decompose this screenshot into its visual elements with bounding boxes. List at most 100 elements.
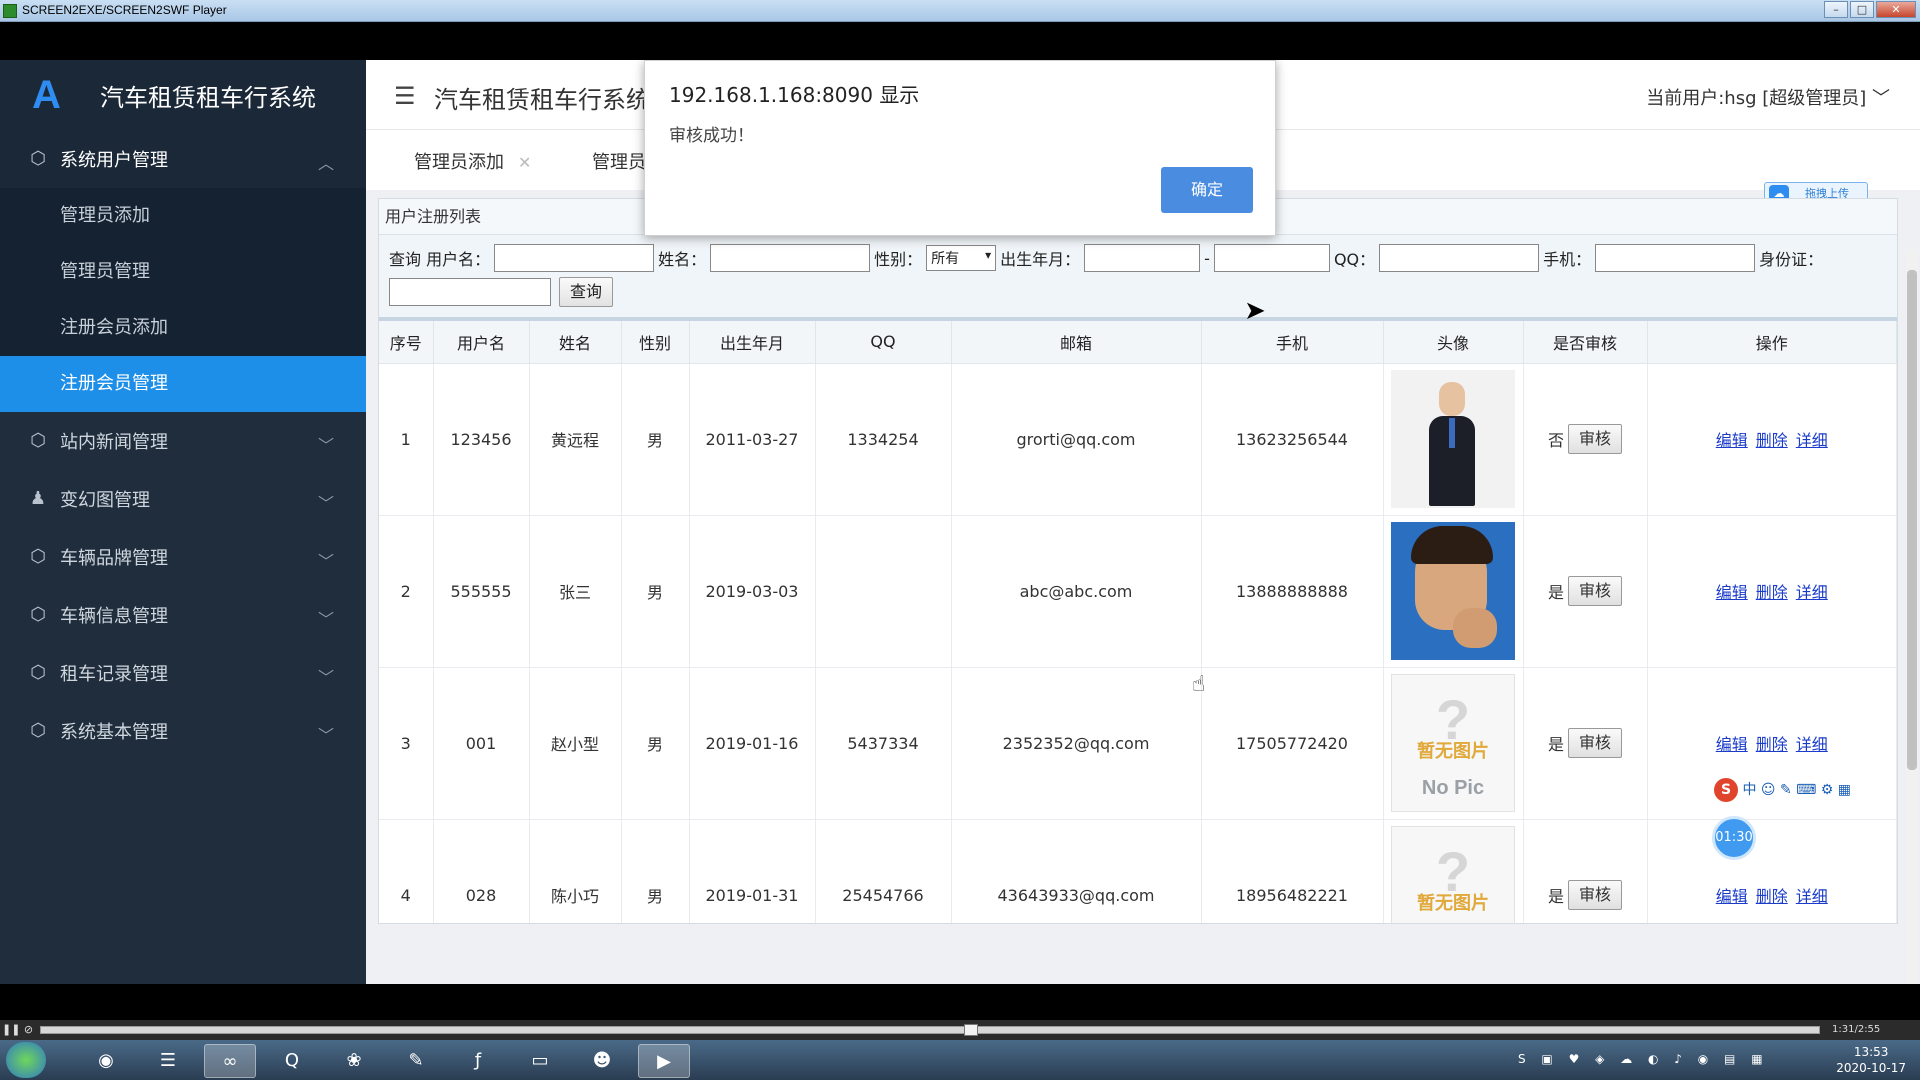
name-label: 姓名： bbox=[658, 250, 707, 269]
menu-group-news[interactable]: ⬡ 站内新闻管理 ﹀ bbox=[0, 412, 366, 470]
phone-input[interactable] bbox=[1595, 244, 1756, 272]
edit-link[interactable]: 编辑 bbox=[1716, 583, 1748, 602]
current-user-label: 当前用户:hsg [超级管理员] bbox=[1646, 88, 1867, 109]
sogou-ime-icon[interactable]: S bbox=[1714, 778, 1738, 802]
scrollbar-thumb[interactable] bbox=[1907, 270, 1917, 770]
start-button-icon[interactable] bbox=[6, 1042, 46, 1078]
audit-cell: 是 审核 bbox=[1524, 576, 1647, 606]
pause-icon[interactable]: ❚❚ ⊘ bbox=[2, 1023, 33, 1036]
detail-link[interactable]: 详细 bbox=[1796, 431, 1828, 450]
edit-link[interactable]: 编辑 bbox=[1716, 887, 1748, 906]
chrome-icon[interactable]: ◉ bbox=[80, 1044, 132, 1078]
tab-admin[interactable]: 管理员 bbox=[592, 148, 646, 174]
menu-group-label: 租车记录管理 bbox=[60, 664, 168, 685]
sidebar-item-admin-add[interactable]: 管理员添加 bbox=[0, 188, 366, 244]
menu-group-label: 变幻图管理 bbox=[60, 490, 150, 511]
menu-group-rental-records[interactable]: ⬡ 租车记录管理 ﹀ bbox=[0, 644, 366, 702]
name-input[interactable] bbox=[710, 244, 871, 272]
tab-admin-add[interactable]: 管理员添加 ✕ bbox=[414, 148, 531, 174]
alert-ok-button[interactable]: 确定 bbox=[1161, 167, 1253, 213]
player-title: SCREEN2EXE/SCREEN2SWF Player bbox=[22, 3, 227, 17]
current-user-menu[interactable]: 当前用户:hsg [超级管理员] ﹀ bbox=[1646, 84, 1890, 110]
folder-icon[interactable]: ▭ bbox=[514, 1044, 566, 1078]
col-qq: QQ bbox=[815, 321, 952, 364]
col-avatar: 头像 bbox=[1383, 321, 1524, 364]
close-icon[interactable]: ✕ bbox=[518, 153, 531, 172]
audit-button[interactable]: 审核 bbox=[1568, 424, 1623, 454]
edit-link[interactable]: 编辑 bbox=[1716, 735, 1748, 754]
cube-icon: ⬡ bbox=[30, 148, 46, 169]
birth-label: 出生年月： bbox=[1000, 250, 1081, 269]
cell-gender: 男 bbox=[621, 515, 690, 668]
birth-to-input[interactable] bbox=[1213, 244, 1330, 272]
user-table: 序号 用户名 姓名 性别 出生年月 QQ 邮箱 手机 头像 是否审核 操作 1 … bbox=[379, 321, 1897, 923]
no-picture-label: 暂无图片 bbox=[1417, 893, 1489, 914]
browser-q-icon[interactable]: Q bbox=[266, 1044, 318, 1078]
alert-message: 审核成功！ bbox=[669, 126, 754, 146]
ime-mode-label[interactable]: 中 bbox=[1742, 782, 1756, 798]
col-name: 姓名 bbox=[529, 321, 622, 364]
cube-icon: ⬡ bbox=[30, 720, 46, 741]
audit-status: 是 bbox=[1547, 583, 1564, 602]
system-tray[interactable]: S ▣ ♥ ◈ ☁ ◐ ♪ ◉ ▤ ▦ bbox=[1518, 1052, 1769, 1066]
search-button[interactable]: 查询 bbox=[559, 277, 614, 307]
chevron-down-icon: ﹀ bbox=[317, 726, 334, 745]
menu-group-car-info[interactable]: ⬡ 车辆信息管理 ﹀ bbox=[0, 586, 366, 644]
qq-input[interactable] bbox=[1379, 244, 1540, 272]
idcard-input[interactable] bbox=[389, 278, 551, 306]
gender-select[interactable]: 所有 bbox=[926, 245, 997, 271]
cube-icon: ⬡ bbox=[30, 662, 46, 683]
delete-link[interactable]: 删除 bbox=[1756, 735, 1788, 754]
detail-link[interactable]: 详细 bbox=[1796, 583, 1828, 602]
ime-tools-icon[interactable]: ☺ ✎ ⌨ ⚙ ▦ bbox=[1761, 782, 1851, 798]
cube-icon: ⬡ bbox=[30, 604, 46, 625]
audit-status: 是 bbox=[1547, 735, 1564, 754]
audit-button[interactable]: 审核 bbox=[1568, 576, 1623, 606]
qq-icon[interactable]: ☻ bbox=[576, 1044, 628, 1078]
seek-track[interactable] bbox=[40, 1026, 1820, 1034]
minimize-button[interactable]: – bbox=[1824, 1, 1848, 18]
menu-group-car-brand[interactable]: ⬡ 车辆品牌管理 ﹀ bbox=[0, 528, 366, 586]
filter-row-2: 查询 bbox=[389, 275, 1887, 309]
taskbar-clock[interactable]: 13:53 2020-10-17 bbox=[1836, 1044, 1906, 1076]
taskbar: ◉ ☰ ∞ Q ❀ ✎ ƒ ▭ ☻ ▶ S ▣ ♥ ◈ ☁ ◐ ♪ ◉ ▤ ▦ … bbox=[0, 1040, 1920, 1080]
birth-from-input[interactable] bbox=[1084, 244, 1201, 272]
cell-ops: 编辑 删除 详细 bbox=[1647, 819, 1897, 923]
gender-label: 性别： bbox=[874, 250, 923, 269]
sidebar: A 汽车租赁租车行系统 ⬡ 系统用户管理 ︿ 管理员添加 管理员管理 注册会员添… bbox=[0, 60, 366, 984]
player-letterbox-top bbox=[0, 22, 1920, 60]
audit-button[interactable]: 审核 bbox=[1568, 728, 1623, 758]
sidebar-item-member-add[interactable]: 注册会员添加 bbox=[0, 300, 366, 356]
page-scrollbar[interactable] bbox=[1906, 250, 1918, 984]
menu-group-label: 系统基本管理 bbox=[60, 722, 168, 743]
maximize-button[interactable]: □ bbox=[1850, 1, 1874, 18]
green-app-icon[interactable]: ❀ bbox=[328, 1044, 380, 1078]
cell-phone: 13623256544 bbox=[1201, 363, 1384, 516]
flash-icon[interactable]: ƒ bbox=[452, 1044, 504, 1078]
menu-group-system-basic[interactable]: ⬡ 系统基本管理 ﹀ bbox=[0, 702, 366, 760]
ime-toolbar[interactable]: S 中 ☺ ✎ ⌨ ⚙ ▦ bbox=[1714, 778, 1920, 806]
delete-link[interactable]: 删除 bbox=[1756, 583, 1788, 602]
alert-title: 192.168.1.168:8090 显示 bbox=[669, 83, 920, 107]
screen-recorder-icon[interactable]: ▶ bbox=[638, 1044, 690, 1078]
notepad-icon[interactable]: ✎ bbox=[390, 1044, 442, 1078]
menu-group-slideshow[interactable]: ♟ 变幻图管理 ﹀ bbox=[0, 470, 366, 528]
audit-button[interactable]: 审核 bbox=[1568, 880, 1623, 910]
edit-link[interactable]: 编辑 bbox=[1716, 431, 1748, 450]
sidebar-item-admin-manage[interactable]: 管理员管理 bbox=[0, 244, 366, 300]
username-input[interactable] bbox=[494, 244, 655, 272]
eclipse-icon[interactable]: ☰ bbox=[142, 1044, 194, 1078]
sidebar-item-member-manage[interactable]: 注册会员管理 bbox=[0, 356, 366, 412]
cell-birth: 2019-01-31 bbox=[689, 819, 816, 923]
cell-qq: 5437334 bbox=[815, 667, 952, 820]
menu-group-system-users[interactable]: ⬡ 系统用户管理 ︿ bbox=[0, 130, 366, 188]
detail-link[interactable]: 详细 bbox=[1796, 887, 1828, 906]
close-button[interactable]: ✕ bbox=[1876, 1, 1916, 18]
delete-link[interactable]: 删除 bbox=[1756, 887, 1788, 906]
seek-knob[interactable] bbox=[964, 1024, 978, 1036]
delete-link[interactable]: 删除 bbox=[1756, 431, 1788, 450]
detail-link[interactable]: 详细 bbox=[1796, 735, 1828, 754]
cell-phone: 17505772420 bbox=[1201, 667, 1384, 820]
menu-toggle-icon[interactable]: ☰ bbox=[394, 82, 416, 110]
baidu-netdisk-icon[interactable]: ∞ bbox=[204, 1044, 256, 1078]
